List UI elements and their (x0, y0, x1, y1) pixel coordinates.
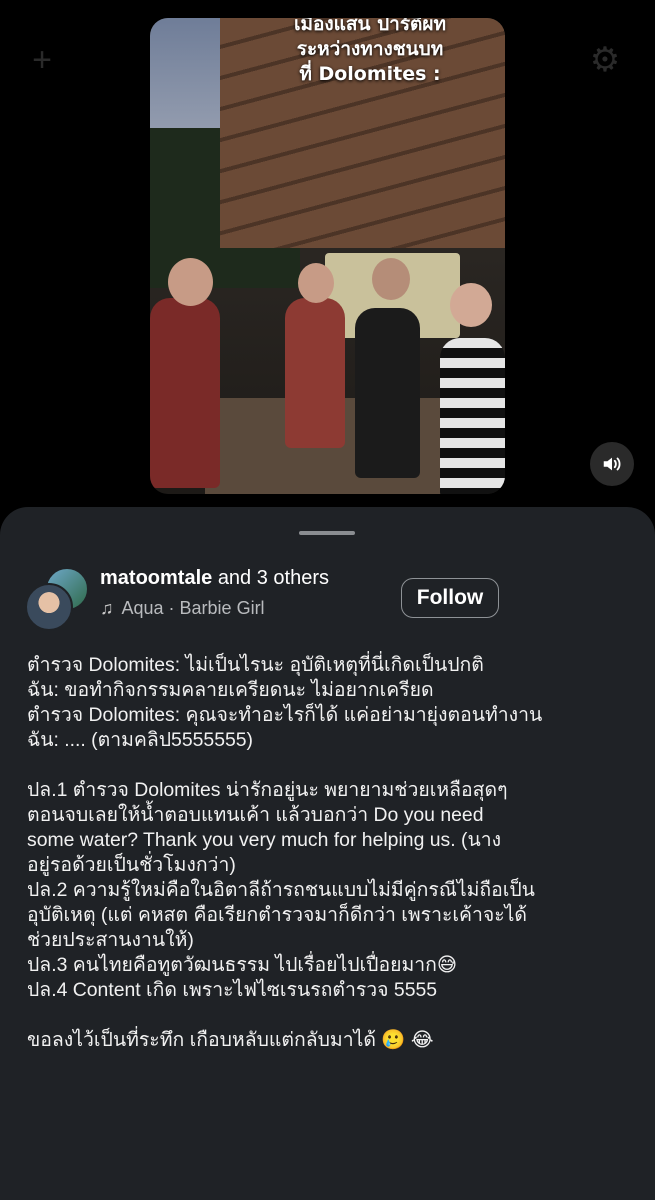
dancer-head-4 (450, 283, 492, 327)
caption-line: ช่วยประสานงานให้) (27, 929, 194, 951)
sheet-grabber[interactable] (299, 531, 355, 535)
overlay-line: เมืองแสน ปาร์ตี้ผท (293, 18, 447, 35)
post-caption: ตำรวจ Dolomites: ไม่เป็นไรนะ อุบัติเหตุท… (27, 653, 637, 1053)
caption-line: ขอลงไว้เป็นที่ระทึก เกือบหลับแต่กลับมาได… (27, 1029, 434, 1051)
speaker-icon (603, 457, 621, 471)
dancer-2 (285, 298, 345, 448)
caption-line: อยู่รอด้วยเป็นชั่วโมงกว่า) (27, 854, 236, 876)
caption-line: ปล.3 คนไทยคือทูตวัฒนธรรม ไปเรื่อยไปเปื่อ… (27, 954, 458, 976)
caption-line: ตอนจบเลยให้น้ำตอบแทนเค้า แล้วบอกว่า Do y… (27, 804, 484, 826)
caption-gap (27, 1003, 637, 1028)
caption-line: ปล.2 ความรู้ใหม่คือในอิตาลีถ้ารถชนแบบไม่… (27, 879, 535, 901)
overlay-line: ที่ Dolomites : (299, 63, 441, 85)
dancer-head-3 (372, 258, 410, 300)
mute-button[interactable] (590, 442, 634, 486)
avatar[interactable] (25, 583, 73, 631)
video-overlay-text: เมืองแสน ปาร์ตี้ผท ระหว่างทางชนบท ที่ Do… (250, 18, 490, 87)
plus-icon[interactable]: + (22, 40, 62, 80)
music-label: Aqua · Barbie Girl (121, 598, 265, 618)
caption-line: ปล.4 Content เกิด เพราะไฟไซเรนรถตำรวจ 55… (27, 979, 438, 1001)
dancer-head-1 (168, 258, 213, 306)
caption-gap (27, 753, 637, 778)
dancer-1 (150, 298, 220, 488)
username[interactable]: matoomtale (100, 567, 212, 589)
music-info[interactable]: ♫ Aqua · Barbie Girl (100, 598, 265, 619)
settings-icon[interactable]: ⚙ (585, 40, 625, 80)
caption-line: ฉัน: ขอทำกิจกรรมคลายเครียดนะ ไม่อยากเครี… (27, 679, 434, 701)
follow-button[interactable]: Follow (401, 578, 499, 618)
music-note-icon: ♫ (100, 598, 114, 618)
video-player[interactable]: เมืองแสน ปาร์ตี้ผท ระหว่างทางชนบท ที่ Do… (150, 18, 505, 494)
dancer-4 (440, 338, 505, 494)
collab-suffix[interactable]: and 3 others (218, 567, 329, 589)
caption-line: ฉัน: .... (ตามคลิป5555555) (27, 729, 254, 751)
caption-line: อุบัติเหตุ (แต่ คหสต คือเรียกตำรวจมาก็ดี… (27, 904, 527, 926)
caption-line: ปล.1 ตำรวจ Dolomites น่ารักอยู่นะ พยายาม… (27, 779, 508, 801)
caption-line: some water? Thank you very much for help… (27, 829, 502, 851)
overlay-line: ระหว่างทางชนบท (296, 38, 444, 60)
comment-sheet: matoomtale and 3 others ♫ Aqua · Barbie … (0, 507, 655, 1200)
caption-line: ตำรวจ Dolomites: คุณจะทำอะไรก็ได้ แค่อย่… (27, 704, 543, 726)
author-line: matoomtale and 3 others (100, 567, 329, 590)
dancer-head-2 (298, 263, 334, 303)
caption-line: ตำรวจ Dolomites: ไม่เป็นไรนะ อุบัติเหตุท… (27, 654, 484, 676)
dancer-3 (355, 308, 420, 478)
